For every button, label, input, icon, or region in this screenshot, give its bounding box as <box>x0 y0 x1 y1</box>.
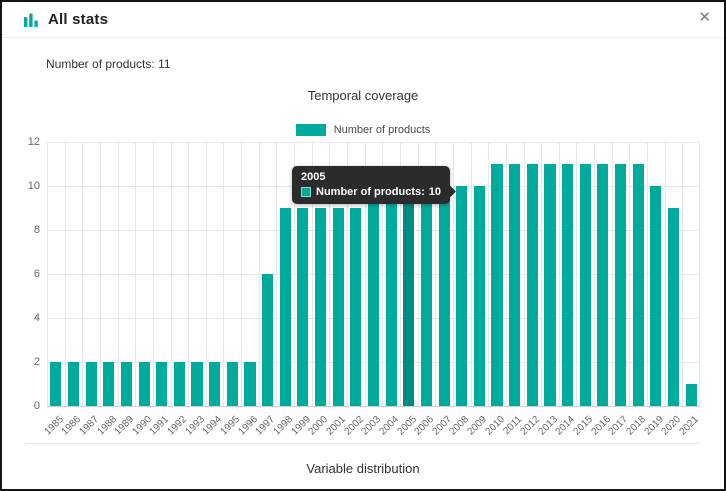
dialog-header: All stats ✕ <box>2 2 724 38</box>
bar-2015[interactable] <box>579 164 591 406</box>
x-gridline <box>223 142 225 406</box>
bar-1994[interactable] <box>209 362 221 406</box>
close-icon[interactable]: ✕ <box>698 10 711 25</box>
all-stats-dialog: All stats ✕ Number of products: 11 Tempo… <box>0 0 726 491</box>
bar-2014[interactable] <box>562 164 574 406</box>
bar-2005[interactable] <box>403 186 415 406</box>
x-tick-label: 2004 <box>377 414 401 438</box>
bar-2004[interactable] <box>385 186 397 406</box>
x-tick-label: 1998 <box>271 414 296 438</box>
bar-2000[interactable] <box>314 208 327 406</box>
x-gridline <box>664 142 666 406</box>
y-tick-label: 12 <box>27 136 40 148</box>
x-gridline <box>488 142 490 406</box>
bar-1991[interactable] <box>156 362 168 406</box>
x-gridline <box>117 142 119 406</box>
y-gridline <box>47 141 700 143</box>
legend-label: Number of products <box>333 124 431 136</box>
x-gridline <box>452 142 454 406</box>
bar-1995[interactable] <box>226 362 238 406</box>
bar-1985[interactable] <box>50 362 62 406</box>
x-gridline <box>647 142 649 406</box>
x-gridline <box>276 142 278 406</box>
bar-1988[interactable] <box>103 362 115 406</box>
x-gridline <box>99 142 101 406</box>
y-tick-label: 10 <box>27 180 40 192</box>
bar-2021[interactable] <box>685 384 697 406</box>
tooltip-series-swatch <box>301 187 311 197</box>
x-gridline <box>558 142 560 406</box>
bar-2006[interactable] <box>420 186 432 406</box>
x-gridline <box>629 142 631 406</box>
bar-1989[interactable] <box>120 362 132 406</box>
bar-1992[interactable] <box>173 362 185 406</box>
y-tick-label: 6 <box>33 268 40 280</box>
x-gridline <box>241 142 243 406</box>
x-gridline <box>541 142 543 406</box>
bar-2019[interactable] <box>650 186 662 406</box>
x-gridline <box>523 142 525 406</box>
tooltip-value: 10 <box>428 186 442 198</box>
x-gridline <box>470 142 472 406</box>
x-gridline <box>699 142 700 406</box>
bar-2010[interactable] <box>491 164 503 406</box>
x-gridline <box>135 142 137 406</box>
bar-2017[interactable] <box>615 164 627 406</box>
bar-2013[interactable] <box>544 164 556 406</box>
x-gridline <box>152 142 154 406</box>
x-tick-label: 2021 <box>677 414 701 438</box>
section-divider <box>26 443 700 444</box>
bar-2011[interactable] <box>509 164 521 406</box>
bar-2003[interactable] <box>367 186 380 406</box>
next-section-title: Variable distribution <box>306 461 420 476</box>
legend-swatch <box>295 124 326 136</box>
chart-title: Temporal coverage <box>307 88 419 103</box>
bar-1987[interactable] <box>85 362 97 406</box>
x-gridline <box>258 142 260 406</box>
dialog-title: All stats <box>48 11 109 28</box>
bar-1990[interactable] <box>138 362 150 406</box>
x-gridline <box>594 142 596 406</box>
bar-2018[interactable] <box>632 164 644 406</box>
x-gridline <box>47 142 48 406</box>
x-gridline <box>611 142 613 406</box>
tooltip-year: 2005 <box>301 171 326 183</box>
y-tick-label: 0 <box>33 400 40 412</box>
stats-icon <box>23 12 39 28</box>
bar-2007[interactable] <box>438 186 450 406</box>
x-gridline <box>82 142 84 406</box>
bar-1996[interactable] <box>244 362 256 406</box>
x-gridline <box>205 142 207 406</box>
bar-2008[interactable] <box>456 186 468 406</box>
tooltip-label: Number of products: <box>316 186 425 198</box>
y-tick-label: 2 <box>33 356 40 368</box>
x-tick-label: 2018 <box>624 414 648 438</box>
tooltip-series-line: Number of products: 10 <box>301 186 441 198</box>
bar-1997[interactable] <box>262 274 274 406</box>
x-gridline <box>505 142 507 406</box>
x-tick-label: 1987 <box>77 414 101 438</box>
x-gridline <box>682 142 684 406</box>
bar-2002[interactable] <box>350 208 362 406</box>
y-tick-label: 4 <box>33 312 40 324</box>
tooltip: 2005 Number of products: 10 <box>292 166 456 204</box>
x-tick-label: 2001 <box>324 414 348 438</box>
legend-item[interactable]: Number of products <box>2 124 724 136</box>
bar-1999[interactable] <box>297 208 309 406</box>
bar-2009[interactable] <box>473 186 485 406</box>
x-gridline <box>170 142 172 406</box>
bar-2016[interactable] <box>597 164 609 406</box>
bar-2012[interactable] <box>526 164 538 406</box>
x-gridline <box>576 142 578 406</box>
x-gridline <box>64 142 66 406</box>
bar-2001[interactable] <box>332 208 344 406</box>
x-gridline <box>188 142 190 406</box>
bar-1998[interactable] <box>279 208 291 406</box>
bar-1993[interactable] <box>191 362 203 406</box>
y-tick-label: 8 <box>33 224 40 236</box>
bar-2020[interactable] <box>667 208 680 406</box>
bar-1986[interactable] <box>67 362 80 406</box>
products-count-text: Number of products: 11 <box>46 57 171 71</box>
